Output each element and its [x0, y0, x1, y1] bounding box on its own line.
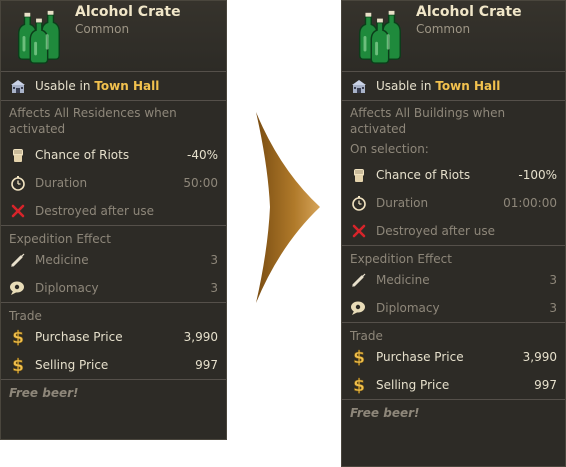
duration-label: Duration: [376, 196, 429, 210]
usable-place-link[interactable]: Town Hall: [435, 79, 500, 93]
selling-price-row: $ Selling Price 997: [1, 351, 226, 379]
medicine-label: Medicine: [35, 253, 89, 267]
speech-bubble-icon: [350, 299, 368, 317]
chance-label: Chance of Riots: [35, 148, 130, 162]
chance-of-riots-row: Chance of Riots -100%: [342, 161, 565, 189]
svg-text:$: $: [353, 376, 365, 394]
usable-in-row: Usable in Town Hall: [342, 72, 565, 100]
medicine-label: Medicine: [376, 273, 430, 287]
tooltip-header: Alcohol Crate Common: [1, 1, 226, 71]
flavor-text: Free beer!: [350, 406, 420, 420]
item-title: Alcohol Crate: [416, 4, 522, 20]
selling-label: Selling Price: [376, 378, 450, 392]
dollar-icon: $: [350, 348, 368, 366]
town-hall-icon: [9, 77, 27, 95]
purchase-label: Purchase Price: [376, 350, 464, 364]
speech-bubble-icon: [9, 279, 27, 297]
stopwatch-icon: [9, 174, 27, 192]
expedition-section-title: Expedition Effect: [9, 232, 111, 246]
purchase-value: 3,990: [522, 350, 557, 364]
tooltip-card-before: Alcohol Crate Common Usable in Town Hall…: [0, 0, 227, 440]
green-bottles-icon: [17, 10, 60, 64]
selling-value: 997: [534, 378, 557, 392]
destroyed-row: Destroyed after use: [342, 217, 565, 245]
selling-label: Selling Price: [35, 358, 109, 372]
diplomacy-row: Diplomacy 3: [1, 274, 226, 302]
svg-text:$: $: [12, 328, 24, 346]
diplomacy-value: 3: [210, 281, 218, 295]
svg-text:$: $: [12, 356, 24, 374]
chance-value: -40%: [186, 148, 218, 162]
destroyed-row: Destroyed after use: [1, 197, 226, 225]
arrow-right-icon: [256, 112, 320, 303]
duration-label: Duration: [35, 176, 88, 190]
red-x-icon: [350, 222, 368, 240]
purchase-price-row: $ Purchase Price 3,990: [1, 323, 226, 351]
item-title: Alcohol Crate: [75, 4, 181, 20]
green-bottles-icon: [358, 10, 401, 64]
expedition-section-title: Expedition Effect: [350, 252, 452, 266]
selling-price-row: $ Selling Price 997: [342, 371, 565, 399]
medicine-row: Medicine 3: [342, 266, 565, 294]
purchase-label: Purchase Price: [35, 330, 123, 344]
trade-section-title: Trade: [350, 329, 383, 343]
dollar-icon: $: [350, 376, 368, 394]
fist-icon: [350, 166, 368, 184]
usable-place-link[interactable]: Town Hall: [94, 79, 159, 93]
syringe-icon: [350, 271, 368, 289]
dollar-icon: $: [9, 328, 27, 346]
duration-value: 01:00:00: [503, 196, 557, 210]
destroyed-label: Destroyed after use: [376, 224, 495, 238]
diplomacy-label: Diplomacy: [35, 281, 99, 295]
usable-in-row: Usable in Town Hall: [1, 72, 226, 100]
chance-label: Chance of Riots: [376, 168, 471, 182]
dollar-icon: $: [9, 356, 27, 374]
trade-section-title: Trade: [9, 309, 42, 323]
effect-description: Affects All Buildings when activated: [350, 106, 506, 136]
item-rarity: Common: [416, 22, 471, 36]
stopwatch-icon: [350, 194, 368, 212]
tooltip-header: Alcohol Crate Common: [342, 1, 565, 71]
syringe-icon: [9, 251, 27, 269]
item-rarity: Common: [75, 22, 130, 36]
duration-value: 50:00: [183, 176, 218, 190]
chance-of-riots-row: Chance of Riots -40%: [1, 141, 226, 169]
duration-row: Duration 01:00:00: [342, 189, 565, 217]
effect-description: Affects All Residences when activated: [9, 106, 177, 136]
diplomacy-value: 3: [549, 301, 557, 315]
on-selection-label: On selection:: [350, 142, 429, 156]
fist-icon: [9, 146, 27, 164]
purchase-price-row: $ Purchase Price 3,990: [342, 343, 565, 371]
duration-row: Duration 50:00: [1, 169, 226, 197]
chance-value: -100%: [518, 168, 557, 182]
medicine-value: 3: [549, 273, 557, 287]
medicine-value: 3: [210, 253, 218, 267]
medicine-row: Medicine 3: [1, 246, 226, 274]
diplomacy-label: Diplomacy: [376, 301, 440, 315]
town-hall-icon: [350, 77, 368, 95]
svg-text:$: $: [353, 348, 365, 366]
purchase-value: 3,990: [183, 330, 218, 344]
diplomacy-row: Diplomacy 3: [342, 294, 565, 322]
usable-prefix: Usable in: [376, 79, 432, 93]
usable-prefix: Usable in: [35, 79, 91, 93]
tooltip-card-after: Alcohol Crate Common Usable in Town Hall…: [341, 0, 566, 467]
selling-value: 997: [195, 358, 218, 372]
destroyed-label: Destroyed after use: [35, 204, 154, 218]
red-x-icon: [9, 202, 27, 220]
flavor-text: Free beer!: [9, 386, 79, 400]
